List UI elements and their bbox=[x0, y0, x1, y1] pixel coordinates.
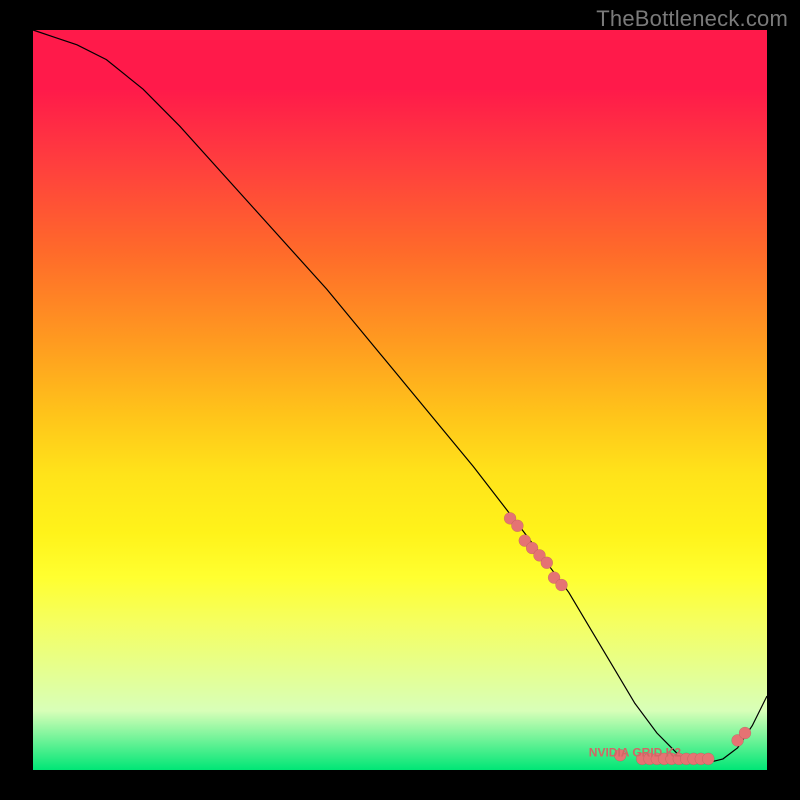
data-point bbox=[541, 557, 553, 569]
plot-area: NVIDIA GRID K2 bbox=[33, 30, 767, 770]
scatter-dots bbox=[504, 512, 751, 765]
data-point bbox=[702, 753, 714, 765]
bottleneck-curve bbox=[33, 30, 767, 763]
data-point bbox=[511, 520, 523, 532]
chart-svg: NVIDIA GRID K2 bbox=[33, 30, 767, 770]
data-point bbox=[739, 727, 751, 739]
data-point bbox=[556, 579, 568, 591]
curve-label: NVIDIA GRID K2 bbox=[589, 746, 682, 760]
watermark-text: TheBottleneck.com bbox=[596, 6, 788, 32]
